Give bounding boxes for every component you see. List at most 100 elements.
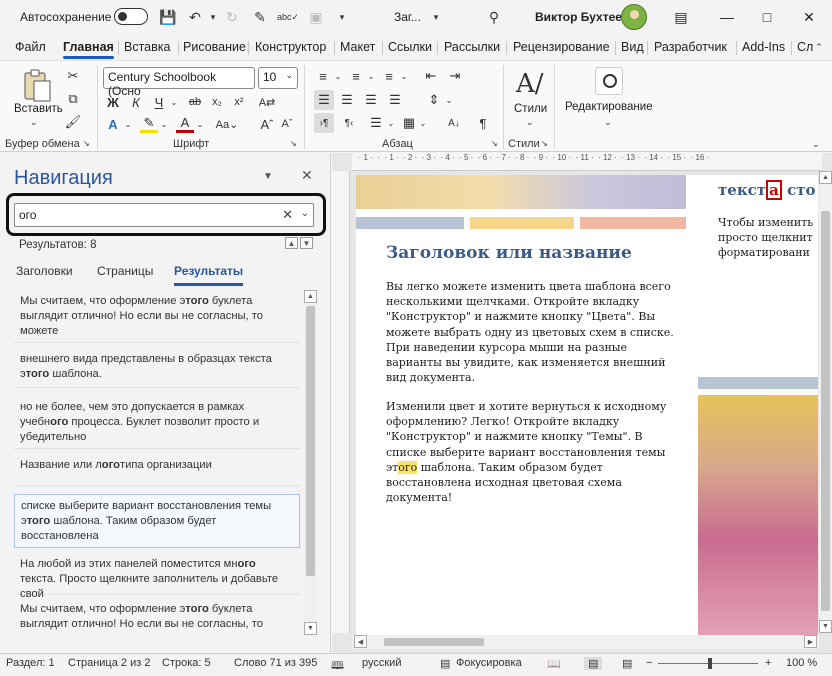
rtl-icon[interactable]: ¶‹ <box>340 113 358 133</box>
previous-result-icon[interactable]: ▲ <box>285 237 298 249</box>
font-size-input[interactable]: 10 ⌄ <box>258 67 298 89</box>
text-effects-dropdown-icon[interactable]: ⌄ <box>123 115 133 133</box>
paste-dropdown-icon[interactable]: ⌄ <box>30 117 38 128</box>
shading-icon[interactable]: ☰ <box>367 113 385 133</box>
show-marks-icon[interactable]: ¶ <box>474 113 492 133</box>
tab-developer[interactable]: Разработчик <box>654 40 727 54</box>
focus-icon[interactable]: ▤ <box>440 657 450 670</box>
right-column-title[interactable]: текст а сто <box>718 180 816 200</box>
title-dropdown-icon[interactable]: ▾ <box>426 7 446 27</box>
tab-file[interactable]: Файл <box>15 40 46 54</box>
underline-icon[interactable]: Ч <box>150 93 168 111</box>
tab-pages[interactable]: Страницы <box>97 264 153 278</box>
sort-icon[interactable]: A↓ <box>445 113 463 133</box>
subscript-icon[interactable]: x₂ <box>208 93 226 111</box>
styles-dropdown-icon[interactable]: ⌄ <box>526 117 534 128</box>
status-section[interactable]: Раздел: 1 <box>6 657 55 669</box>
nav-close-icon[interactable]: ✕ <box>301 167 313 184</box>
increase-indent-icon[interactable]: ⇥ <box>446 67 464 85</box>
line-spacing-icon[interactable]: ⇕ <box>425 90 443 110</box>
clear-search-icon[interactable]: ✕ <box>282 207 293 223</box>
list-item[interactable]: Мы считаем, что оформление этого буклета… <box>14 290 300 343</box>
tab-layout[interactable]: Макет <box>340 40 375 54</box>
document-paragraph[interactable]: Изменили цвет и хотите вернуться к исход… <box>386 399 686 505</box>
highlight-icon[interactable]: ✎ <box>140 115 158 133</box>
minimize-icon[interactable]: — <box>716 6 738 28</box>
cut-icon[interactable]: ✂ <box>64 67 82 85</box>
copy-icon[interactable]: ⧉ <box>64 90 82 108</box>
avatar[interactable] <box>621 4 647 30</box>
ltr-icon[interactable]: ›¶ <box>314 113 334 133</box>
undo-dropdown-icon[interactable]: ▾ <box>203 7 223 27</box>
styles-button-label[interactable]: Стили <box>514 103 547 115</box>
align-right-icon[interactable]: ☰ <box>362 90 380 110</box>
document-heading[interactable]: Заголовок или название <box>386 243 632 263</box>
underline-dropdown-icon[interactable]: ⌄ <box>169 93 179 111</box>
font-color-icon[interactable]: A <box>176 115 194 133</box>
multilevel-dropdown-icon[interactable]: ⌄ <box>399 67 409 85</box>
font-launcher-icon[interactable]: ↘ <box>290 139 297 148</box>
scroll-up-icon[interactable]: ▲ <box>304 290 317 303</box>
decrease-indent-icon[interactable]: ⇤ <box>422 67 440 85</box>
line-spacing-dropdown-icon[interactable]: ⌄ <box>444 90 454 110</box>
scroll-right-icon[interactable]: ▶ <box>804 635 817 648</box>
numbering-dropdown-icon[interactable]: ⌄ <box>366 67 376 85</box>
document-page[interactable]: Заголовок или название Вы легко можете и… <box>356 175 818 635</box>
document-title[interactable]: Заг... <box>394 10 421 24</box>
font-color-dropdown-icon[interactable]: ⌄ <box>195 115 205 133</box>
search-options-icon[interactable]: ⌄ <box>301 208 309 219</box>
scroll-thumb[interactable] <box>384 638 484 646</box>
zoom-in-button[interactable]: + <box>765 657 771 669</box>
print-layout-icon[interactable]: ▤ <box>584 657 603 670</box>
borders-icon[interactable]: ▦ <box>400 113 418 133</box>
find-icon[interactable] <box>595 67 623 95</box>
document-paragraph[interactable]: Вы легко можете изменить цвета шаблона в… <box>386 279 686 385</box>
scroll-up-icon[interactable]: ▲ <box>819 171 832 184</box>
user-name[interactable]: Виктор Бухтеев <box>535 10 629 24</box>
tab-addins[interactable]: Add-Ins <box>742 40 785 54</box>
close-icon[interactable]: ✕ <box>798 6 820 28</box>
font-size-change-icon[interactable]: Aa⌄ <box>214 115 240 133</box>
editing-dropdown-icon[interactable]: ⌄ <box>604 117 612 128</box>
tab-home[interactable]: Главная <box>63 40 114 59</box>
status-language[interactable]: русский <box>362 657 401 669</box>
format-painter-icon[interactable]: 🖌 <box>64 113 82 131</box>
list-item[interactable]: но не более, чем это допускается в рамка… <box>14 396 300 449</box>
document-horizontal-scrollbar[interactable]: ◀ ▶ <box>352 635 819 649</box>
zoom-level[interactable]: 100 % <box>786 657 817 669</box>
clipboard-launcher-icon[interactable]: ↘ <box>83 139 90 148</box>
zoom-out-button[interactable]: − <box>646 657 652 669</box>
tab-draw[interactable]: Рисование <box>183 40 246 54</box>
focus-button[interactable]: Фокусировка <box>456 657 522 669</box>
next-result-icon[interactable]: ▼ <box>300 237 313 249</box>
list-item-selected[interactable]: списке выберите вариант восстановления т… <box>14 494 300 548</box>
spelling-icon[interactable]: abc✓ <box>277 7 299 27</box>
status-line[interactable]: Строка: 5 <box>162 657 211 669</box>
tab-view[interactable]: Вид <box>621 40 644 54</box>
numbering-icon[interactable]: ≡ <box>347 67 365 85</box>
ribbon-display-icon[interactable]: ▤ <box>670 6 692 28</box>
styles-icon[interactable]: A∕ <box>516 69 544 99</box>
status-words[interactable]: Слово 71 из 395 <box>234 657 317 669</box>
paste-icon[interactable] <box>22 69 52 103</box>
borders-dropdown-icon[interactable]: ⌄ <box>418 113 428 133</box>
strikethrough-icon[interactable]: ab <box>184 93 206 111</box>
results-scrollbar[interactable]: ▲ ▼ <box>304 290 317 635</box>
list-item[interactable]: Мы считаем, что оформление этого буклета… <box>14 598 300 635</box>
italic-icon[interactable]: К <box>127 93 145 111</box>
bold-icon[interactable]: Ж <box>104 93 122 111</box>
zoom-slider-handle[interactable] <box>708 658 712 669</box>
multilevel-list-icon[interactable]: ≡ <box>380 67 398 85</box>
align-center-icon[interactable]: ☰ <box>338 90 356 110</box>
shrink-font-icon[interactable]: Aˇ <box>278 115 296 133</box>
scroll-down-icon[interactable]: ▼ <box>819 620 832 633</box>
horizontal-ruler[interactable]: · 1 · · · 1 · · 2 · · 3 · · 4 · · 5 · · … <box>352 153 822 171</box>
superscript-icon[interactable]: x² <box>230 93 248 111</box>
scroll-left-icon[interactable]: ◀ <box>354 635 367 648</box>
align-left-icon[interactable]: ☰ <box>314 90 334 110</box>
scroll-thumb[interactable] <box>306 306 315 576</box>
tab-headings[interactable]: Заголовки <box>16 264 73 278</box>
tab-results[interactable]: Результаты <box>174 264 244 286</box>
status-page[interactable]: Страница 2 из 2 <box>68 657 150 669</box>
tab-design[interactable]: Конструктор <box>255 40 326 54</box>
